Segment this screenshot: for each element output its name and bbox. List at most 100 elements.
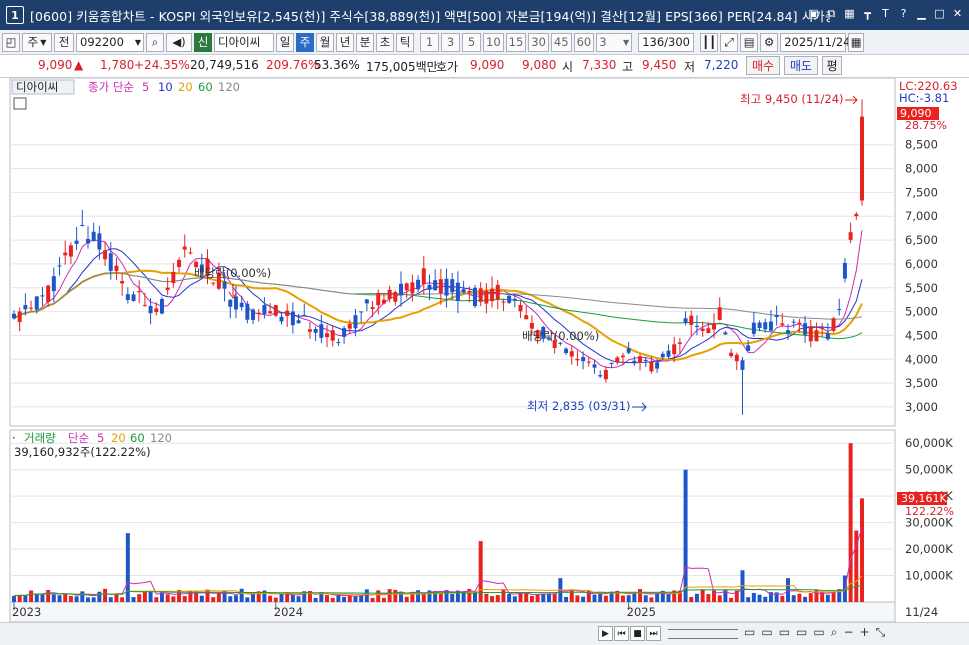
volume-bar: [199, 595, 204, 602]
zoom-bar-icon-4[interactable]: ▭: [796, 625, 807, 640]
up-arrow-icon: ▲: [74, 58, 84, 72]
prev-button[interactable]: 전: [54, 32, 74, 52]
candle-body: [370, 307, 375, 310]
grid-icon[interactable]: ▦: [842, 6, 857, 21]
volume-bar: [655, 593, 660, 602]
layout-icon[interactable]: ◰: [2, 32, 20, 52]
ma-120: 120: [218, 80, 240, 94]
zoom-in-icon[interactable]: +: [860, 625, 870, 640]
interval-select[interactable]: 3 ▼: [596, 32, 633, 52]
volume-bar: [91, 597, 96, 602]
volume-bar: [342, 596, 347, 602]
compare-icon[interactable]: ⤢: [720, 32, 739, 52]
volume-bar: [808, 593, 813, 602]
resize-icon[interactable]: ⤡: [876, 625, 886, 640]
zoom-out-icon[interactable]: −: [843, 625, 853, 640]
candle-body: [97, 233, 102, 250]
volume-bar: [717, 595, 722, 602]
disk-icon[interactable]: ▤: [740, 32, 759, 52]
x-label-last: 11/24: [905, 605, 938, 619]
minimize-icon[interactable]: ▁: [914, 6, 929, 21]
volume-bar: [757, 594, 762, 602]
candle-body: [245, 303, 250, 320]
stop-icon[interactable]: ■: [630, 626, 645, 641]
candle-body: [12, 313, 16, 319]
candle-body: [427, 284, 432, 290]
stock-chart[interactable]: 3,000 3,500 4,000 4,500 5,000 5,500 6,000 6,500…: [0, 77, 969, 623]
tab-second[interactable]: 초: [376, 32, 394, 52]
tab-day[interactable]: 일: [276, 32, 294, 52]
avg-button[interactable]: 평: [822, 56, 842, 75]
last-page-icon[interactable]: ⏭: [646, 626, 661, 641]
tab-minute[interactable]: 분: [356, 32, 374, 52]
amount-value: 175,005백만: [366, 60, 438, 74]
candle-body: [524, 315, 529, 320]
candle-body: [239, 302, 244, 308]
interval-5[interactable]: 5: [462, 32, 481, 52]
candle-body: [17, 311, 22, 323]
tab-week[interactable]: 주: [296, 32, 314, 52]
candle-body: [632, 360, 637, 363]
interval-30[interactable]: 30: [528, 32, 549, 52]
volume-bar: [797, 593, 802, 602]
volume-bar: [763, 596, 768, 602]
volume-bar: [46, 590, 51, 602]
candle-body: [677, 342, 682, 344]
volume-bar: [74, 596, 79, 602]
vol-ma-5: 5: [97, 431, 104, 445]
candle-body: [51, 276, 56, 292]
link-icon[interactable]: ⧉: [824, 6, 839, 21]
volume-bar: [751, 592, 756, 602]
zoom-bar-icon-3[interactable]: ▭: [779, 625, 790, 640]
close-icon[interactable]: ✕: [950, 6, 965, 21]
volume-bar: [524, 593, 529, 602]
first-page-icon[interactable]: ⏮: [614, 626, 629, 641]
tab-month[interactable]: 월: [316, 32, 334, 52]
ma-label: 종가 단순: [88, 80, 134, 94]
volume-bar: [34, 593, 39, 602]
scroll-right-icon[interactable]: ▶: [598, 626, 613, 641]
candle-body: [620, 355, 625, 358]
candle-body: [290, 311, 295, 326]
save-icon[interactable]: ▣: [806, 6, 821, 21]
code-input[interactable]: 092200 ▼: [76, 32, 144, 52]
interval-10[interactable]: 10: [483, 32, 504, 52]
candle-body: [757, 322, 762, 329]
zoom-bar-icon-2[interactable]: ▭: [761, 625, 772, 640]
sell-button[interactable]: 매도: [784, 56, 818, 75]
scroll-track[interactable]: [668, 629, 738, 639]
volume-bar: [216, 592, 221, 602]
zoom-search-icon[interactable]: ⌕: [831, 625, 838, 640]
candle-body: [490, 288, 495, 302]
maximize-icon[interactable]: □: [932, 6, 947, 21]
interval-60[interactable]: 60: [573, 32, 595, 52]
candle-body: [586, 361, 591, 363]
candle-body: [165, 287, 170, 290]
speaker-icon[interactable]: ◀): [166, 32, 192, 52]
zoom-bar-icon-1[interactable]: ▭: [744, 625, 755, 640]
interval-15[interactable]: 15: [505, 32, 527, 52]
help-icon[interactable]: ?: [896, 6, 911, 21]
calendar-icon[interactable]: ▦: [848, 32, 865, 52]
tab-year[interactable]: 년: [336, 32, 354, 52]
open-value: 7,330: [582, 58, 617, 72]
chart-area[interactable]: 3,000 3,500 4,000 4,500 5,000 5,500 6,000 6,500…: [0, 77, 969, 623]
high-label: 고: [622, 60, 634, 74]
interval-3[interactable]: 3: [441, 32, 460, 52]
price-tick: 6,000: [905, 257, 938, 271]
settings-icon[interactable]: ⚙: [760, 32, 779, 52]
interval-1[interactable]: 1: [420, 32, 439, 52]
buy-button[interactable]: 매수: [746, 56, 780, 75]
search-icon[interactable]: ⌕: [146, 32, 164, 52]
period-select[interactable]: 주 ▼: [22, 32, 52, 52]
tab-tick[interactable]: 틱: [396, 32, 414, 52]
interval-45[interactable]: 45: [550, 32, 572, 52]
candle-icon[interactable]: ┃┃: [700, 32, 719, 52]
count-field[interactable]: 136/300: [638, 32, 695, 52]
volume-bar: [666, 594, 671, 602]
font-icon[interactable]: T: [878, 6, 893, 21]
zoom-bar-icon-5[interactable]: ▭: [813, 625, 824, 640]
bottom-bar: ▶ ⏮ ■ ⏭ ▭ ▭ ▭ ▭ ▭ ⌕ − + ⤡: [0, 622, 969, 645]
date-field[interactable]: 2025/11/24: [780, 32, 851, 52]
pin-icon[interactable]: ┳: [860, 6, 875, 21]
